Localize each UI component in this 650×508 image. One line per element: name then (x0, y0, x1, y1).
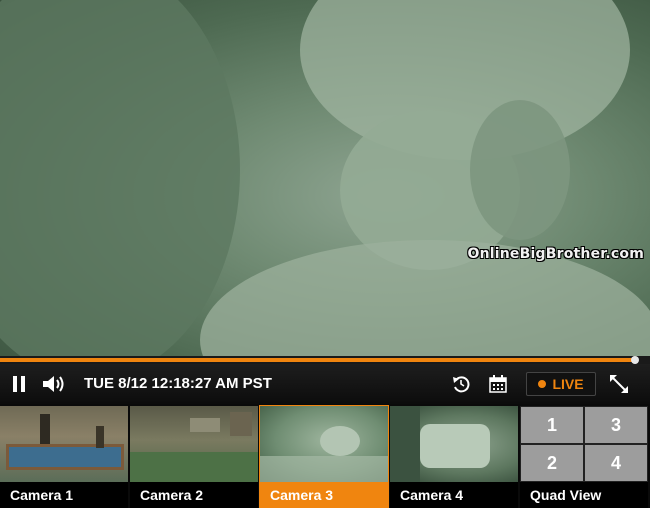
quad-view-grid: 1 3 2 4 (520, 406, 648, 482)
camera-4-thumbnail (390, 406, 518, 482)
quad-cell: 3 (585, 407, 647, 443)
video-shape (470, 100, 570, 240)
watermark-text: OnlineBigBrother.com (467, 246, 644, 262)
progress-fill (0, 358, 637, 362)
live-label: LIVE (552, 376, 584, 392)
quad-view-label: Quad View (520, 482, 648, 508)
main-video-feed[interactable]: OnlineBigBrother.com (0, 0, 650, 356)
camera-1-tile[interactable]: Camera 1 (0, 406, 128, 508)
camera-1-thumbnail (0, 406, 128, 482)
live-dot-icon (538, 380, 547, 388)
replay-icon (453, 376, 470, 393)
calendar-icon (489, 375, 507, 393)
progress-bar[interactable] (0, 356, 650, 364)
stream-timestamp: TUE 8/12 12:18:27 AM PST (84, 375, 272, 392)
camera-2-thumbnail (130, 406, 258, 482)
live-button[interactable]: LIVE (526, 372, 596, 396)
video-shape (0, 0, 240, 356)
quad-view-tile[interactable]: 1 3 2 4 Quad View (520, 406, 648, 508)
camera-4-tile[interactable]: Camera 4 (390, 406, 518, 508)
camera-1-label: Camera 1 (0, 482, 128, 508)
progress-scrubber[interactable] (631, 356, 639, 364)
camera-3-thumbnail (260, 406, 388, 482)
calendar-button[interactable] (486, 364, 510, 404)
camera-selector: Camera 1 Camera 2 Camera 3 Camera 4 1 3 … (0, 404, 650, 508)
volume-button[interactable] (40, 364, 68, 404)
volume-icon (43, 376, 64, 392)
fullscreen-button[interactable] (606, 364, 632, 404)
camera-2-tile[interactable]: Camera 2 (130, 406, 258, 508)
quad-cell: 4 (585, 445, 647, 481)
camera-2-label: Camera 2 (130, 482, 258, 508)
camera-3-label: Camera 3 (260, 482, 388, 508)
camera-3-tile[interactable]: Camera 3 (259, 405, 389, 508)
camera-4-label: Camera 4 (390, 482, 518, 508)
fullscreen-icon (610, 375, 628, 393)
pause-button[interactable] (6, 364, 32, 404)
control-bar: TUE 8/12 12:18:27 AM PST LIVE (0, 364, 650, 404)
pause-icon (13, 376, 25, 392)
replay-button[interactable] (448, 364, 474, 404)
quad-cell: 1 (521, 407, 583, 443)
quad-cell: 2 (521, 445, 583, 481)
